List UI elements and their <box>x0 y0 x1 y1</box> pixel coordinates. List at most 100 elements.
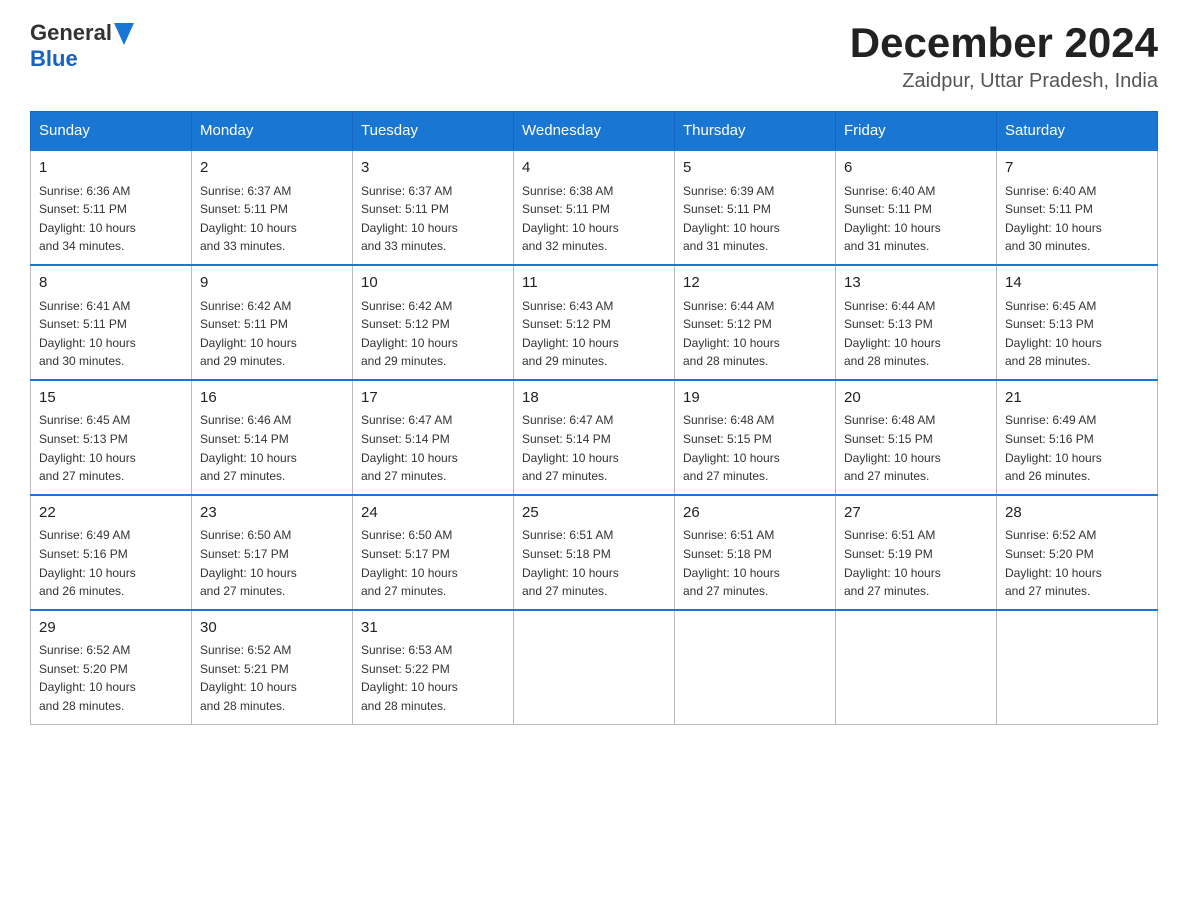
daylight-info: Daylight: 10 hours <box>522 449 666 468</box>
table-row: 20Sunrise: 6:48 AMSunset: 5:15 PMDayligh… <box>836 380 997 495</box>
sunrise-info: Sunrise: 6:41 AM <box>39 297 183 316</box>
sunrise-info: Sunrise: 6:47 AM <box>361 411 505 430</box>
day-number: 1 <box>39 157 183 180</box>
sunset-info: Sunset: 5:12 PM <box>683 315 827 334</box>
day-info: Sunrise: 6:43 AMSunset: 5:12 PMDaylight:… <box>522 297 666 371</box>
sunset-info: Sunset: 5:20 PM <box>1005 545 1149 564</box>
table-row: 9Sunrise: 6:42 AMSunset: 5:11 PMDaylight… <box>192 265 353 380</box>
daylight-minutes: and 27 minutes. <box>522 467 666 486</box>
sunset-info: Sunset: 5:15 PM <box>683 430 827 449</box>
calendar-table: Sunday Monday Tuesday Wednesday Thursday… <box>30 111 1158 724</box>
day-info: Sunrise: 6:48 AMSunset: 5:15 PMDaylight:… <box>844 411 988 485</box>
logo-triangle-icon <box>114 23 134 45</box>
sunset-info: Sunset: 5:11 PM <box>39 315 183 334</box>
sunset-info: Sunset: 5:16 PM <box>1005 430 1149 449</box>
table-row: 23Sunrise: 6:50 AMSunset: 5:17 PMDayligh… <box>192 495 353 610</box>
day-info: Sunrise: 6:41 AMSunset: 5:11 PMDaylight:… <box>39 297 183 371</box>
table-row: 6Sunrise: 6:40 AMSunset: 5:11 PMDaylight… <box>836 150 997 265</box>
daylight-minutes: and 27 minutes. <box>683 582 827 601</box>
sunrise-info: Sunrise: 6:44 AM <box>683 297 827 316</box>
day-info: Sunrise: 6:36 AMSunset: 5:11 PMDaylight:… <box>39 182 183 256</box>
sunset-info: Sunset: 5:18 PM <box>522 545 666 564</box>
table-row: 21Sunrise: 6:49 AMSunset: 5:16 PMDayligh… <box>997 380 1158 495</box>
sunrise-info: Sunrise: 6:40 AM <box>844 182 988 201</box>
daylight-info: Daylight: 10 hours <box>844 449 988 468</box>
sunset-info: Sunset: 5:11 PM <box>39 200 183 219</box>
daylight-info: Daylight: 10 hours <box>522 219 666 238</box>
daylight-minutes: and 33 minutes. <box>200 237 344 256</box>
day-number: 26 <box>683 502 827 525</box>
sunset-info: Sunset: 5:14 PM <box>361 430 505 449</box>
day-info: Sunrise: 6:50 AMSunset: 5:17 PMDaylight:… <box>200 526 344 600</box>
logo-general-text: General <box>30 20 112 46</box>
sunrise-info: Sunrise: 6:49 AM <box>39 526 183 545</box>
day-info: Sunrise: 6:42 AMSunset: 5:12 PMDaylight:… <box>361 297 505 371</box>
day-info: Sunrise: 6:45 AMSunset: 5:13 PMDaylight:… <box>1005 297 1149 371</box>
day-info: Sunrise: 6:46 AMSunset: 5:14 PMDaylight:… <box>200 411 344 485</box>
daylight-info: Daylight: 10 hours <box>39 449 183 468</box>
daylight-info: Daylight: 10 hours <box>683 564 827 583</box>
calendar-week-row: 8Sunrise: 6:41 AMSunset: 5:11 PMDaylight… <box>31 265 1158 380</box>
daylight-info: Daylight: 10 hours <box>522 334 666 353</box>
day-info: Sunrise: 6:52 AMSunset: 5:21 PMDaylight:… <box>200 641 344 715</box>
day-info: Sunrise: 6:52 AMSunset: 5:20 PMDaylight:… <box>39 641 183 715</box>
day-number: 12 <box>683 272 827 295</box>
sunset-info: Sunset: 5:15 PM <box>844 430 988 449</box>
day-info: Sunrise: 6:38 AMSunset: 5:11 PMDaylight:… <box>522 182 666 256</box>
table-row: 13Sunrise: 6:44 AMSunset: 5:13 PMDayligh… <box>836 265 997 380</box>
table-row: 5Sunrise: 6:39 AMSunset: 5:11 PMDaylight… <box>675 150 836 265</box>
sunset-info: Sunset: 5:12 PM <box>522 315 666 334</box>
day-number: 13 <box>844 272 988 295</box>
daylight-minutes: and 34 minutes. <box>39 237 183 256</box>
day-number: 15 <box>39 387 183 410</box>
daylight-info: Daylight: 10 hours <box>200 564 344 583</box>
day-number: 20 <box>844 387 988 410</box>
daylight-info: Daylight: 10 hours <box>200 219 344 238</box>
daylight-minutes: and 28 minutes. <box>683 352 827 371</box>
sunrise-info: Sunrise: 6:36 AM <box>39 182 183 201</box>
day-info: Sunrise: 6:51 AMSunset: 5:19 PMDaylight:… <box>844 526 988 600</box>
sunset-info: Sunset: 5:11 PM <box>200 200 344 219</box>
table-row: 22Sunrise: 6:49 AMSunset: 5:16 PMDayligh… <box>31 495 192 610</box>
sunset-info: Sunset: 5:14 PM <box>522 430 666 449</box>
daylight-minutes: and 27 minutes. <box>200 467 344 486</box>
sunrise-info: Sunrise: 6:51 AM <box>844 526 988 545</box>
day-info: Sunrise: 6:51 AMSunset: 5:18 PMDaylight:… <box>683 526 827 600</box>
daylight-minutes: and 29 minutes. <box>522 352 666 371</box>
title-area: December 2024 Zaidpur, Uttar Pradesh, In… <box>850 20 1158 93</box>
table-row: 16Sunrise: 6:46 AMSunset: 5:14 PMDayligh… <box>192 380 353 495</box>
day-info: Sunrise: 6:42 AMSunset: 5:11 PMDaylight:… <box>200 297 344 371</box>
daylight-info: Daylight: 10 hours <box>844 334 988 353</box>
daylight-info: Daylight: 10 hours <box>361 334 505 353</box>
sunrise-info: Sunrise: 6:43 AM <box>522 297 666 316</box>
sunrise-info: Sunrise: 6:49 AM <box>1005 411 1149 430</box>
table-row: 31Sunrise: 6:53 AMSunset: 5:22 PMDayligh… <box>353 610 514 724</box>
daylight-info: Daylight: 10 hours <box>361 678 505 697</box>
day-number: 6 <box>844 157 988 180</box>
table-row: 1Sunrise: 6:36 AMSunset: 5:11 PMDaylight… <box>31 150 192 265</box>
daylight-info: Daylight: 10 hours <box>844 564 988 583</box>
sunrise-info: Sunrise: 6:45 AM <box>1005 297 1149 316</box>
daylight-minutes: and 28 minutes. <box>361 697 505 716</box>
day-number: 22 <box>39 502 183 525</box>
day-info: Sunrise: 6:45 AMSunset: 5:13 PMDaylight:… <box>39 411 183 485</box>
daylight-info: Daylight: 10 hours <box>1005 564 1149 583</box>
day-info: Sunrise: 6:39 AMSunset: 5:11 PMDaylight:… <box>683 182 827 256</box>
daylight-minutes: and 30 minutes. <box>1005 237 1149 256</box>
table-row: 7Sunrise: 6:40 AMSunset: 5:11 PMDaylight… <box>997 150 1158 265</box>
sunset-info: Sunset: 5:19 PM <box>844 545 988 564</box>
sunrise-info: Sunrise: 6:52 AM <box>200 641 344 660</box>
sunrise-info: Sunrise: 6:51 AM <box>683 526 827 545</box>
day-info: Sunrise: 6:50 AMSunset: 5:17 PMDaylight:… <box>361 526 505 600</box>
daylight-minutes: and 28 minutes. <box>39 697 183 716</box>
day-info: Sunrise: 6:47 AMSunset: 5:14 PMDaylight:… <box>522 411 666 485</box>
sunset-info: Sunset: 5:18 PM <box>683 545 827 564</box>
daylight-minutes: and 28 minutes. <box>844 352 988 371</box>
day-number: 4 <box>522 157 666 180</box>
daylight-info: Daylight: 10 hours <box>200 334 344 353</box>
sunrise-info: Sunrise: 6:38 AM <box>522 182 666 201</box>
daylight-info: Daylight: 10 hours <box>1005 219 1149 238</box>
table-row <box>997 610 1158 724</box>
sunrise-info: Sunrise: 6:50 AM <box>200 526 344 545</box>
table-row <box>675 610 836 724</box>
